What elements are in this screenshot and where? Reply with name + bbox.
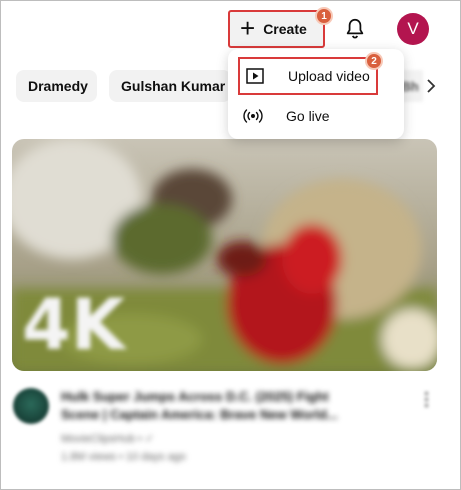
plus-icon: + <box>240 13 256 43</box>
go-live-label: Go live <box>286 108 330 124</box>
create-label: Create <box>263 21 307 37</box>
video-title[interactable]: Hulk Super Jumps Across D.C. (2025) Figh… <box>61 388 391 424</box>
chip-dramedy[interactable]: Dramedy <box>16 70 97 102</box>
upload-video-label: Upload video <box>288 68 370 84</box>
upload-video-item[interactable]: Upload video <box>238 57 378 95</box>
upload-video-icon <box>244 65 266 87</box>
video-thumbnail[interactable]: 4K <box>12 139 437 371</box>
chevron-right-icon[interactable] <box>423 75 439 97</box>
channel-avatar[interactable] <box>13 388 49 424</box>
screenshot-frame: + Create 1 V Dramedy Gulshan Kumar Bh Up… <box>0 0 461 490</box>
video-title-line-1: Hulk Super Jumps Across D.C. (2025) Figh… <box>61 389 329 404</box>
step-badge-1: 1 <box>315 7 333 25</box>
account-avatar[interactable]: V <box>397 13 429 45</box>
notifications-bell-icon[interactable] <box>342 16 368 42</box>
video-stats: 1.8M views • 10 days ago <box>61 451 186 463</box>
more-options-icon[interactable] <box>419 389 433 411</box>
create-button[interactable]: + Create <box>228 10 325 48</box>
thumbnail-4k-text: 4K <box>22 284 128 366</box>
chip-gulshan-kumar[interactable]: Gulshan Kumar <box>109 70 231 102</box>
live-broadcast-icon <box>242 105 264 127</box>
go-live-item[interactable]: Go live <box>238 97 378 135</box>
channel-name[interactable]: MovieClipsHub • ✓ <box>61 432 154 445</box>
video-title-line-2: Scene | Captain America: Brave New World… <box>61 407 338 422</box>
step-badge-2: 2 <box>365 52 383 70</box>
